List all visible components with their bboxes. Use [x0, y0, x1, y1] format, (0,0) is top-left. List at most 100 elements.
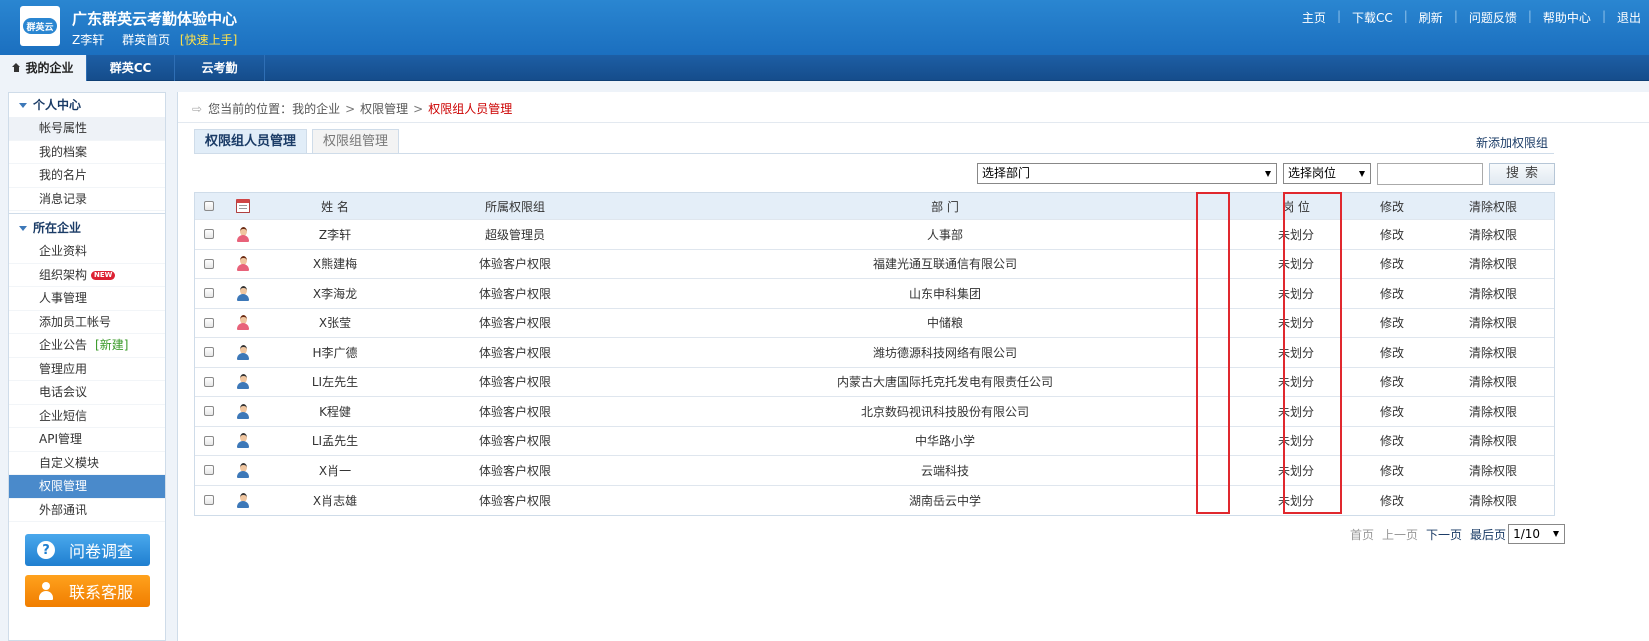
- row-checkbox[interactable]: [204, 347, 214, 358]
- table-row: Z李轩 超级管理员 人事部 未划分 修改 清除权限: [195, 220, 1554, 250]
- user-icon: [236, 315, 250, 331]
- row-checkbox[interactable]: [204, 435, 214, 446]
- chevron-down-icon: [1265, 171, 1271, 177]
- cell-dept: 潍坊德源科技网络有限公司: [872, 345, 1017, 360]
- sidebar-item-custom[interactable]: 自定义模块: [9, 452, 165, 475]
- edit-link[interactable]: 修改: [1375, 486, 1409, 516]
- top-link-download-cc[interactable]: 下载CC: [1352, 9, 1393, 26]
- department-select[interactable]: 选择部门: [977, 163, 1277, 184]
- quick-start-link[interactable]: [快速上手]: [180, 33, 237, 47]
- sidebar-item-enterprise-info[interactable]: 企业资料: [9, 240, 165, 264]
- row-checkbox[interactable]: [204, 465, 214, 476]
- cell-name: H李广德: [312, 345, 358, 360]
- tab-group-manage[interactable]: 权限组管理: [312, 129, 400, 153]
- breadcrumb-item[interactable]: 我的企业: [292, 102, 340, 116]
- row-checkbox[interactable]: [204, 288, 214, 299]
- home-link[interactable]: 群英首页: [122, 33, 170, 47]
- cell-dept: 云端科技: [920, 463, 969, 478]
- clear-permission-link[interactable]: 清除权限: [1463, 279, 1523, 308]
- edit-link[interactable]: 修改: [1375, 220, 1409, 249]
- clear-permission-link[interactable]: 清除权限: [1463, 397, 1523, 426]
- user-icon: [236, 344, 250, 360]
- pager-last[interactable]: 最后页: [1470, 526, 1506, 543]
- edit-link[interactable]: 修改: [1375, 456, 1409, 485]
- sidebar-item-permissions[interactable]: 权限管理: [9, 475, 165, 499]
- search-input[interactable]: [1377, 163, 1483, 185]
- pager-prev[interactable]: 上一页: [1382, 526, 1418, 543]
- top-link-home[interactable]: 主页: [1302, 9, 1326, 26]
- clear-permission-link[interactable]: 清除权限: [1463, 338, 1523, 367]
- top-link-logout[interactable]: 退出: [1617, 9, 1641, 26]
- pager-next[interactable]: 下一页: [1426, 526, 1462, 543]
- edit-link[interactable]: 修改: [1375, 250, 1409, 279]
- top-link-feedback[interactable]: 问题反馈: [1469, 9, 1517, 26]
- contact-service-button[interactable]: 联系客服: [25, 575, 150, 607]
- sidebar-item-account[interactable]: 帐号属性: [9, 117, 165, 141]
- sidebar-item-hr[interactable]: 人事管理: [9, 287, 165, 311]
- cell-dept: 人事部: [926, 227, 963, 242]
- sidebar-item-apps[interactable]: 管理应用: [9, 358, 165, 381]
- row-checkbox[interactable]: [204, 258, 214, 269]
- clear-permission-link[interactable]: 清除权限: [1463, 456, 1523, 485]
- sidebar-section-enterprise[interactable]: 所在企业: [9, 216, 165, 240]
- row-checkbox[interactable]: [204, 495, 214, 506]
- edit-link[interactable]: 修改: [1375, 397, 1409, 426]
- sidebar-item-messages[interactable]: 消息记录: [9, 188, 165, 211]
- sidebar-item-notice[interactable]: 企业公告 [新建]: [9, 334, 165, 358]
- cell-dept: 湖南岳云中学: [908, 493, 981, 508]
- clear-permission-link[interactable]: 清除权限: [1463, 427, 1523, 456]
- sidebar-item-api[interactable]: API管理: [9, 428, 165, 452]
- clear-permission-link[interactable]: 清除权限: [1463, 368, 1523, 397]
- row-checkbox[interactable]: [204, 406, 214, 417]
- sidebar-item-conference[interactable]: 电话会议: [9, 381, 165, 405]
- clear-permission-link[interactable]: 清除权限: [1463, 220, 1523, 249]
- edit-link[interactable]: 修改: [1375, 309, 1409, 338]
- search-button[interactable]: 搜索: [1489, 163, 1555, 185]
- breadcrumb: ⇨ 您当前的位置：我的企业 > 权限管理 > 权限组人员管理: [192, 102, 513, 116]
- table-row: LI左先生 体验客户权限 内蒙古大唐国际托克托发电有限责任公司 未划分 修改 清除权限: [195, 368, 1554, 397]
- header-name: 姓 名: [321, 199, 349, 214]
- tab-group-members[interactable]: 权限组人员管理: [194, 129, 308, 153]
- post-select[interactable]: 选择岗位: [1283, 163, 1371, 184]
- sidebar-item-card[interactable]: 我的名片: [9, 164, 165, 188]
- edit-link[interactable]: 修改: [1375, 338, 1409, 367]
- page-select[interactable]: 1/10: [1508, 524, 1566, 544]
- cell-dept: 北京数码视讯科技股份有限公司: [860, 404, 1029, 419]
- user-name: Z李轩: [72, 33, 105, 47]
- edit-link[interactable]: 修改: [1375, 368, 1409, 397]
- select-all-checkbox[interactable]: [204, 201, 214, 211]
- user-icon: [236, 256, 250, 272]
- clear-permission-link[interactable]: 清除权限: [1463, 250, 1523, 279]
- cell-name: LI孟先生: [311, 434, 359, 449]
- row-checkbox[interactable]: [204, 317, 214, 328]
- nav-tab-qunying-cc[interactable]: 群英CC: [87, 55, 175, 81]
- row-checkbox[interactable]: [204, 376, 214, 387]
- clear-permission-link[interactable]: 清除权限: [1463, 309, 1523, 338]
- add-permission-group-link[interactable]: 新添加权限组: [1476, 134, 1548, 151]
- collapse-icon: [19, 103, 27, 108]
- nav-tab-my-enterprise[interactable]: 我的企业: [0, 55, 87, 81]
- top-link-help[interactable]: 帮助中心: [1543, 9, 1591, 26]
- survey-button[interactable]: ? 问卷调查: [25, 534, 150, 566]
- top-link-refresh[interactable]: 刷新: [1419, 9, 1443, 26]
- breadcrumb-current: 权限组人员管理: [428, 102, 513, 116]
- sidebar-item-add-account[interactable]: 添加员工帐号: [9, 311, 165, 334]
- logo-icon[interactable]: 群英云: [20, 6, 60, 46]
- edit-link[interactable]: 修改: [1375, 427, 1409, 456]
- nav-tab-cloud-attendance[interactable]: 云考勤: [175, 55, 265, 81]
- table-row: X李海龙 体验客户权限 山东申科集团 未划分 修改 清除权限: [195, 279, 1554, 309]
- sidebar-section-personal[interactable]: 个人中心: [9, 93, 165, 117]
- row-checkbox[interactable]: [204, 229, 214, 240]
- sidebar-item-sms[interactable]: 企业短信: [9, 405, 165, 428]
- main-nav: 我的企业 群英CC 云考勤: [0, 55, 1649, 81]
- sidebar-item-org[interactable]: 组织架构 NEW: [9, 264, 165, 287]
- new-notice-link[interactable]: [新建]: [95, 338, 128, 352]
- chevron-down-icon: [1553, 531, 1560, 537]
- cell-group: 体验客户权限: [478, 434, 551, 449]
- edit-link[interactable]: 修改: [1375, 279, 1409, 308]
- pager-first[interactable]: 首页: [1350, 526, 1374, 543]
- sidebar-item-profile[interactable]: 我的档案: [9, 141, 165, 164]
- clear-permission-link[interactable]: 清除权限: [1463, 486, 1523, 516]
- sidebar-item-external[interactable]: 外部通讯: [9, 499, 165, 522]
- breadcrumb-item[interactable]: 权限管理: [360, 102, 408, 116]
